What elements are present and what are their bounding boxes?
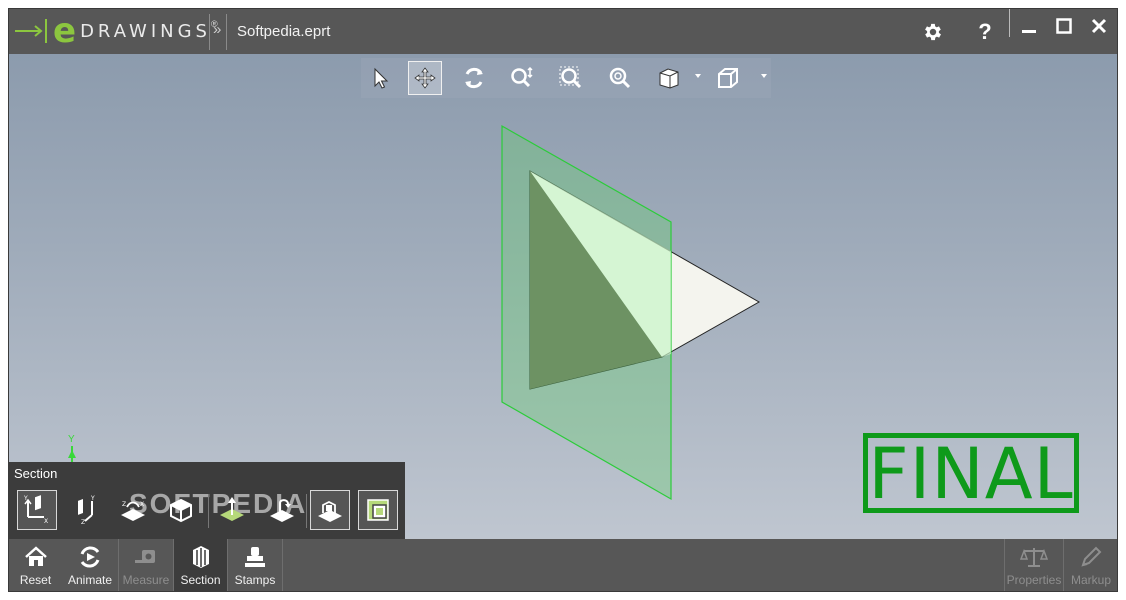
section-box-icon bbox=[170, 498, 192, 523]
markup-label: Markup bbox=[1070, 573, 1111, 587]
close-icon bbox=[1091, 18, 1107, 34]
measure-tape-icon bbox=[135, 550, 155, 563]
plane-zx-icon: Z X bbox=[121, 501, 145, 521]
bottom-separator bbox=[282, 539, 283, 591]
show-section-plane-button[interactable] bbox=[358, 490, 398, 530]
maximize-button[interactable] bbox=[1047, 9, 1081, 43]
expand-chevron[interactable]: » bbox=[213, 21, 221, 38]
properties-button[interactable]: Properties bbox=[1005, 539, 1063, 591]
minimize-icon bbox=[1022, 30, 1036, 33]
settings-button[interactable] bbox=[916, 15, 950, 49]
reset-label: Reset bbox=[19, 573, 52, 587]
logo-word: DRAWINGS bbox=[80, 20, 211, 42]
pencil-icon bbox=[1081, 546, 1102, 567]
balance-scale-icon bbox=[1020, 548, 1048, 567]
section-label: Section bbox=[180, 573, 221, 587]
final-stamp[interactable]: FINAL bbox=[863, 433, 1079, 513]
app-window: e DRAWINGS ® » Softpedia.eprt ? Y FINAL … bbox=[8, 8, 1118, 592]
reset-button[interactable]: Reset bbox=[9, 539, 62, 591]
plane-xy-icon: Y X bbox=[23, 495, 48, 525]
animate-label: Animate bbox=[67, 573, 113, 587]
svg-text:X: X bbox=[140, 501, 144, 508]
stamps-label: Stamps bbox=[234, 573, 276, 587]
gear-icon bbox=[925, 23, 941, 41]
file-name: Softpedia.eprt bbox=[237, 23, 331, 40]
section-box-button[interactable] bbox=[161, 490, 201, 530]
stamps-button[interactable]: Stamps bbox=[228, 539, 282, 591]
title-bar: e DRAWINGS ® » Softpedia.eprt ? bbox=[9, 9, 1117, 54]
svg-text:Y: Y bbox=[23, 495, 28, 502]
maximize-icon bbox=[1056, 18, 1072, 34]
show-cap-button[interactable] bbox=[310, 490, 350, 530]
section-plane-yz-button[interactable]: Y Z bbox=[67, 490, 107, 530]
close-button[interactable] bbox=[1082, 9, 1116, 43]
markup-button[interactable]: Markup bbox=[1064, 539, 1117, 591]
title-separator bbox=[1009, 9, 1010, 37]
logo-arrow-icon bbox=[15, 19, 47, 43]
section-plane-zx-button[interactable]: Z X bbox=[113, 490, 153, 530]
measure-button[interactable]: Measure bbox=[119, 539, 173, 591]
show-plane-icon bbox=[367, 499, 389, 521]
svg-text:Z: Z bbox=[122, 501, 126, 508]
section-panel-separator bbox=[208, 494, 209, 528]
rotate-plane-icon bbox=[270, 499, 294, 522]
edrawings-logo: e DRAWINGS ® bbox=[13, 11, 218, 51]
help-button[interactable]: ? bbox=[968, 15, 1002, 49]
properties-label: Properties bbox=[1006, 573, 1062, 587]
rotate-plane-button[interactable] bbox=[262, 490, 302, 530]
section-button[interactable]: Section bbox=[174, 539, 227, 591]
stamp-icon bbox=[245, 547, 265, 567]
bottom-toolbar: Reset Animate Measure Section Stamps Pro… bbox=[9, 539, 1117, 591]
measure-label: Measure bbox=[122, 573, 170, 587]
svg-text:Z: Z bbox=[81, 519, 85, 525]
section-panel-separator bbox=[306, 494, 307, 528]
3d-viewport[interactable]: Y FINAL Section SOFTPEDIA Y X Y Z Z X bbox=[9, 54, 1117, 539]
title-separator bbox=[226, 14, 227, 50]
section-panel-title: Section bbox=[14, 466, 58, 481]
plane-yz-icon: Y Z bbox=[78, 495, 95, 525]
section-panel: Section SOFTPEDIA Y X Y Z Z X bbox=[9, 462, 405, 539]
section-icon bbox=[192, 546, 209, 568]
section-plane-xy-button[interactable]: Y X bbox=[17, 490, 57, 530]
move-plane-button[interactable] bbox=[212, 490, 252, 530]
minimize-button[interactable] bbox=[1012, 9, 1046, 43]
animate-button[interactable]: Animate bbox=[62, 539, 118, 591]
title-separator bbox=[209, 14, 210, 50]
logo-letter: e bbox=[53, 11, 77, 51]
animate-icon bbox=[80, 546, 100, 568]
home-icon bbox=[24, 546, 47, 566]
svg-text:X: X bbox=[44, 518, 48, 525]
move-plane-icon bbox=[220, 497, 244, 521]
svg-text:Y: Y bbox=[90, 495, 95, 502]
section-cap-icon bbox=[318, 500, 342, 522]
